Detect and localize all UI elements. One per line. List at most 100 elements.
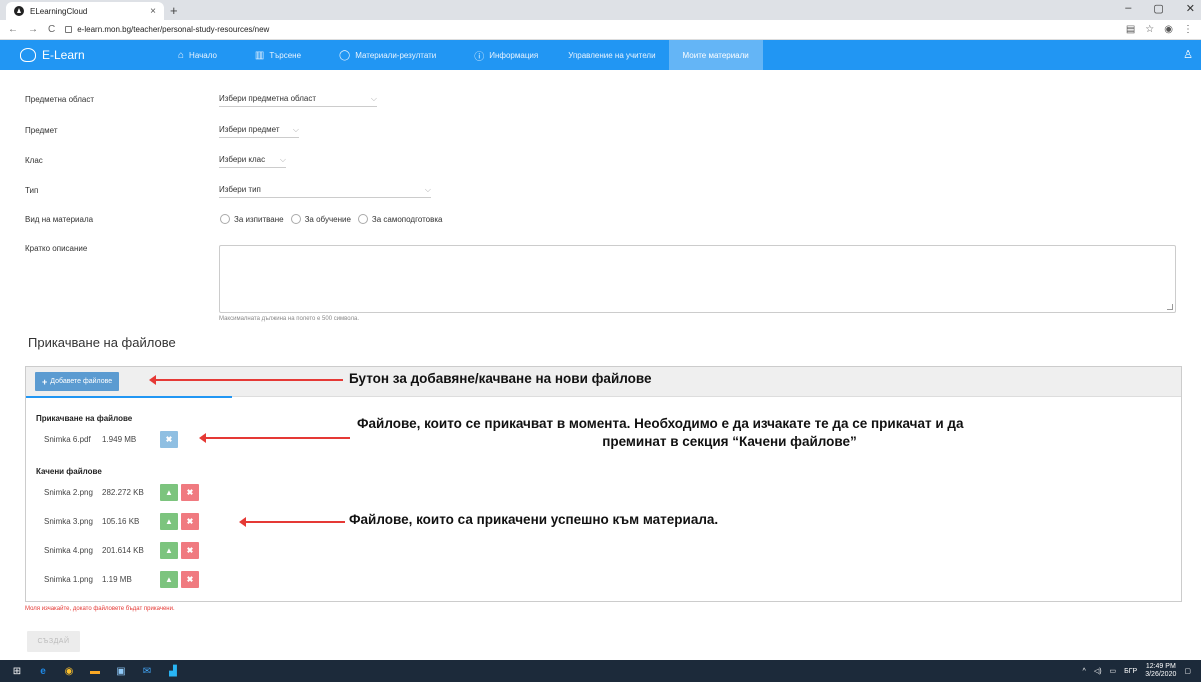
subject-area-label: Предметна област bbox=[25, 95, 95, 104]
annotation-add-button: Бутон за добавяне/качване на нови файлов… bbox=[349, 371, 652, 386]
url-field[interactable]: e-learn.mon.bg/teacher/personal-study-re… bbox=[77, 25, 1126, 34]
download-button[interactable]: ▲ bbox=[160, 542, 178, 559]
create-button[interactable]: СЪЗДАЙ bbox=[27, 631, 80, 652]
system-tray: ^ ◁) ▭ БГР 12:49 PM 3/26/2020 ▢ bbox=[1083, 663, 1191, 679]
radio-circle[interactable] bbox=[357, 214, 368, 224]
class-label: Клас bbox=[25, 156, 43, 165]
brand-name: E-Learn bbox=[42, 48, 85, 62]
material-kind-radios: За изпитване За обучение За самоподготов… bbox=[220, 214, 443, 224]
delete-button[interactable]: ✖ bbox=[181, 542, 199, 559]
maximize-button[interactable]: ▢ bbox=[1153, 2, 1163, 15]
browser-actions: ▤ ☆ ◉ ⋮ bbox=[1126, 24, 1193, 35]
file-explorer-icon[interactable]: ▬ bbox=[86, 664, 104, 678]
nav-teacher-management[interactable]: Управление на учители bbox=[555, 40, 668, 70]
file-name: Snimka 1.png bbox=[44, 575, 93, 584]
volume-icon[interactable]: ◁) bbox=[1094, 667, 1102, 675]
nav-information[interactable]: ⓘ Информация bbox=[461, 40, 551, 70]
chevron-up-icon[interactable]: ^ bbox=[1083, 668, 1086, 675]
subject-area-select[interactable]: Избери предметна област ⌵ bbox=[219, 94, 377, 107]
nav-materials-results-label: Материали-резултати bbox=[355, 50, 437, 60]
subject-value: Избери предмет bbox=[219, 125, 280, 134]
menu-icon[interactable]: ⋮ bbox=[1183, 24, 1193, 35]
app-icon[interactable]: ▟ bbox=[164, 664, 182, 678]
file-name: Snimka 4.png bbox=[44, 546, 93, 555]
windows-taskbar: ⊞ e ◉ ▬ ▣ ✉ ▟ ^ ◁) ▭ БГР 12:49 PM 3/26/2… bbox=[0, 660, 1201, 682]
description-label: Кратко описание bbox=[25, 244, 88, 253]
class-select[interactable]: Избери клас ⌵ bbox=[219, 155, 286, 168]
add-files-button[interactable]: + Добавете файлове bbox=[35, 372, 120, 391]
nav-home[interactable]: ⌂ Начало bbox=[165, 40, 230, 70]
subject-select[interactable]: Избери предмет ⌵ bbox=[219, 125, 299, 138]
class-value: Избери клас bbox=[219, 155, 266, 164]
network-icon[interactable]: ▭ bbox=[1110, 667, 1117, 675]
lock-icon[interactable] bbox=[65, 26, 73, 33]
radio-exam[interactable]: За изпитване bbox=[220, 214, 284, 224]
nav-search[interactable]: ▥ Търсене bbox=[242, 40, 314, 70]
material-kind-label: Вид на материала bbox=[25, 215, 94, 224]
annotation-arrow bbox=[239, 517, 345, 527]
clock[interactable]: 12:49 PM 3/26/2020 bbox=[1145, 663, 1176, 679]
nav-home-label: Начало bbox=[189, 50, 217, 60]
nav-my-materials-label: Моите материали bbox=[682, 50, 749, 60]
clock-date: 3/26/2020 bbox=[1145, 671, 1177, 678]
chrome-icon[interactable]: ◉ bbox=[60, 664, 78, 678]
type-value: Избери тип bbox=[219, 185, 261, 194]
delete-button[interactable]: ✖ bbox=[181, 513, 199, 530]
reload-icon[interactable]: C bbox=[48, 24, 55, 35]
browser-tab-bar: ELearningCloud × + – ▢ ✕ bbox=[0, 0, 1201, 20]
radio-circle[interactable] bbox=[220, 214, 230, 224]
type-label: Тип bbox=[25, 186, 39, 195]
minimize-button[interactable]: – bbox=[1125, 2, 1131, 15]
attach-files-title: Прикачване на файлове bbox=[28, 335, 176, 350]
annotation-uploading-line2: преминат в секция “Качени файлове” bbox=[602, 434, 857, 449]
back-arrow-icon[interactable]: ← bbox=[8, 24, 18, 35]
radio-training[interactable]: За обучение bbox=[290, 214, 351, 224]
new-tab-button[interactable]: + bbox=[170, 3, 178, 18]
tab-close-button[interactable]: × bbox=[150, 6, 156, 17]
nav-materials-results[interactable]: ◯ Материали-резултати bbox=[326, 40, 449, 70]
file-name: Snimka 2.png bbox=[44, 488, 93, 497]
radio-training-label: За обучение bbox=[304, 214, 351, 224]
uploaded-file-row: Snimka 4.png 201.614 KB ▲ ✖ bbox=[44, 542, 202, 559]
translate-icon[interactable]: ▤ bbox=[1126, 24, 1135, 35]
file-name: Snimka 3.png bbox=[44, 517, 93, 526]
cloud-icon bbox=[20, 48, 36, 62]
resize-handle-icon[interactable] bbox=[1167, 304, 1173, 310]
edge-icon[interactable]: e bbox=[34, 664, 52, 678]
type-select[interactable]: Избери тип ⌵ bbox=[219, 185, 431, 198]
radio-circle[interactable] bbox=[290, 214, 301, 224]
radio-self-study[interactable]: За самоподготовка bbox=[357, 214, 443, 224]
browser-tab[interactable]: ELearningCloud × bbox=[6, 2, 164, 20]
file-size: 1.949 MB bbox=[102, 435, 137, 444]
browser-nav: ← → C bbox=[8, 24, 55, 35]
delete-button[interactable]: ✖ bbox=[181, 571, 199, 588]
nav-search-label: Търсене bbox=[269, 50, 302, 60]
download-button[interactable]: ▲ bbox=[160, 513, 178, 530]
mail-icon[interactable]: ✉ bbox=[138, 664, 156, 678]
language-indicator[interactable]: БГР bbox=[1124, 668, 1137, 675]
user-icon[interactable]: ♙ bbox=[1183, 48, 1193, 61]
forward-arrow-icon[interactable]: → bbox=[28, 24, 38, 35]
store-icon[interactable]: ▣ bbox=[112, 664, 130, 678]
app-navbar: E-Learn ⌂ Начало ▥ Търсене ◯ Материали-р… bbox=[0, 40, 1201, 70]
clock-time: 12:49 PM bbox=[1145, 663, 1176, 670]
chevron-down-icon: ⌵ bbox=[424, 185, 431, 194]
account-icon[interactable]: ◉ bbox=[1164, 24, 1173, 35]
add-files-label: Добавете файлове bbox=[50, 378, 113, 385]
download-button[interactable]: ▲ bbox=[160, 484, 178, 501]
home-icon: ⌂ bbox=[178, 49, 185, 61]
delete-button[interactable]: ✖ bbox=[181, 484, 199, 501]
star-icon[interactable]: ☆ bbox=[1145, 24, 1154, 35]
annotation-uploading-line1: Файлове, които се прикачват в момента. Н… bbox=[357, 416, 964, 431]
radio-exam-label: За изпитване bbox=[234, 214, 284, 224]
description-textarea[interactable] bbox=[219, 245, 1176, 313]
nav-my-materials[interactable]: Моите материали bbox=[668, 40, 763, 70]
close-window-button[interactable]: ✕ bbox=[1186, 2, 1195, 15]
file-size: 201.614 KB bbox=[102, 546, 144, 555]
windows-start-icon[interactable]: ⊞ bbox=[8, 664, 26, 678]
notifications-icon[interactable]: ▢ bbox=[1184, 667, 1191, 675]
download-button[interactable]: ▲ bbox=[160, 571, 178, 588]
brand-logo[interactable]: E-Learn bbox=[20, 48, 155, 62]
chevron-down-icon: ⌵ bbox=[279, 155, 286, 164]
cancel-upload-button[interactable]: ✖ bbox=[160, 431, 178, 448]
